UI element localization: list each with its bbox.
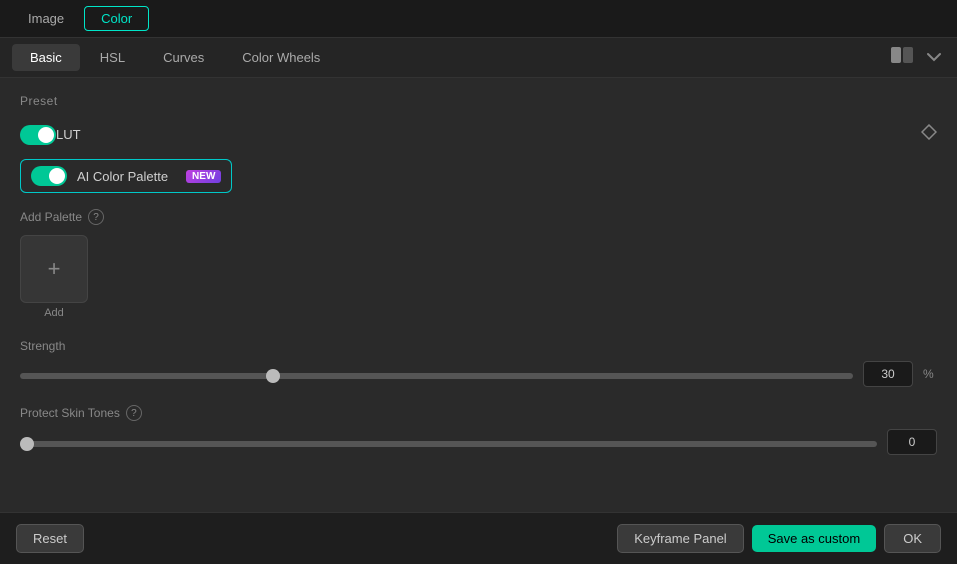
tab-row: Basic HSL Curves Color Wheels — [0, 38, 957, 78]
bottom-right: Keyframe Panel Save as custom OK — [617, 524, 941, 553]
reset-button[interactable]: Reset — [16, 524, 84, 553]
lut-toggle[interactable] — [20, 125, 56, 145]
protect-skin-tones-label: Protect Skin Tones — [20, 406, 120, 420]
protect-skin-tones-section: Protect Skin Tones ? 0 — [20, 405, 937, 455]
bottom-bar: Reset Keyframe Panel Save as custom OK — [0, 512, 957, 564]
top-bar: Image Color — [0, 0, 957, 38]
tab-basic[interactable]: Basic — [12, 44, 80, 71]
tab-icons — [887, 45, 945, 70]
image-tab-btn[interactable]: Image — [12, 7, 80, 30]
add-palette-info-icon[interactable]: ? — [88, 209, 104, 225]
protect-skin-tones-slider-row: 0 — [20, 429, 937, 455]
save-custom-button[interactable]: Save as custom — [752, 525, 877, 552]
add-palette-row: Add Palette ? — [20, 209, 937, 225]
color-tab-btn[interactable]: Color — [84, 6, 149, 31]
ai-palette-toggle-track[interactable] — [31, 166, 67, 186]
add-palette-box-label: Add — [20, 307, 88, 319]
ok-button[interactable]: OK — [884, 524, 941, 553]
diamond-icon[interactable] — [921, 124, 937, 145]
new-badge: NEW — [186, 170, 221, 183]
protect-skin-tones-slider[interactable] — [20, 441, 877, 447]
ai-color-palette-row: AI Color Palette NEW — [20, 159, 232, 193]
strength-slider-row: 30 % — [20, 361, 937, 387]
main-content: Preset LUT AI Color Palette NEW Ad — [0, 78, 957, 512]
tab-hsl[interactable]: HSL — [82, 44, 143, 71]
strength-value: 30 — [881, 367, 894, 381]
chevron-down-icon[interactable] — [923, 47, 945, 69]
lut-toggle-track[interactable] — [20, 125, 56, 145]
palette-grid: + Add — [20, 235, 937, 319]
plus-icon: + — [48, 258, 61, 280]
strength-unit: % — [923, 367, 937, 381]
ai-palette-toggle[interactable] — [31, 166, 67, 186]
ai-palette-label: AI Color Palette — [77, 169, 168, 184]
split-view-icon[interactable] — [887, 45, 917, 70]
strength-label: Strength — [20, 339, 937, 353]
add-palette-box[interactable]: + — [20, 235, 88, 303]
lut-toggle-thumb — [38, 127, 54, 143]
strength-slider[interactable] — [20, 373, 853, 379]
tab-curves[interactable]: Curves — [145, 44, 222, 71]
lut-label: LUT — [56, 127, 921, 142]
protect-skin-tones-value: 0 — [909, 435, 916, 449]
preset-label: Preset — [20, 94, 937, 108]
protect-skin-tones-value-box: 0 — [887, 429, 937, 455]
strength-value-box: 30 — [863, 361, 913, 387]
lut-row: LUT — [20, 120, 937, 149]
protect-skin-tones-info-icon[interactable]: ? — [126, 405, 142, 421]
add-palette-label: Add Palette — [20, 210, 82, 224]
bottom-left: Reset — [16, 524, 84, 553]
tab-color-wheels[interactable]: Color Wheels — [224, 44, 338, 71]
add-palette-item[interactable]: + Add — [20, 235, 88, 319]
keyframe-panel-button[interactable]: Keyframe Panel — [617, 524, 744, 553]
strength-section: Strength 30 % — [20, 339, 937, 387]
ai-palette-toggle-thumb — [49, 168, 65, 184]
